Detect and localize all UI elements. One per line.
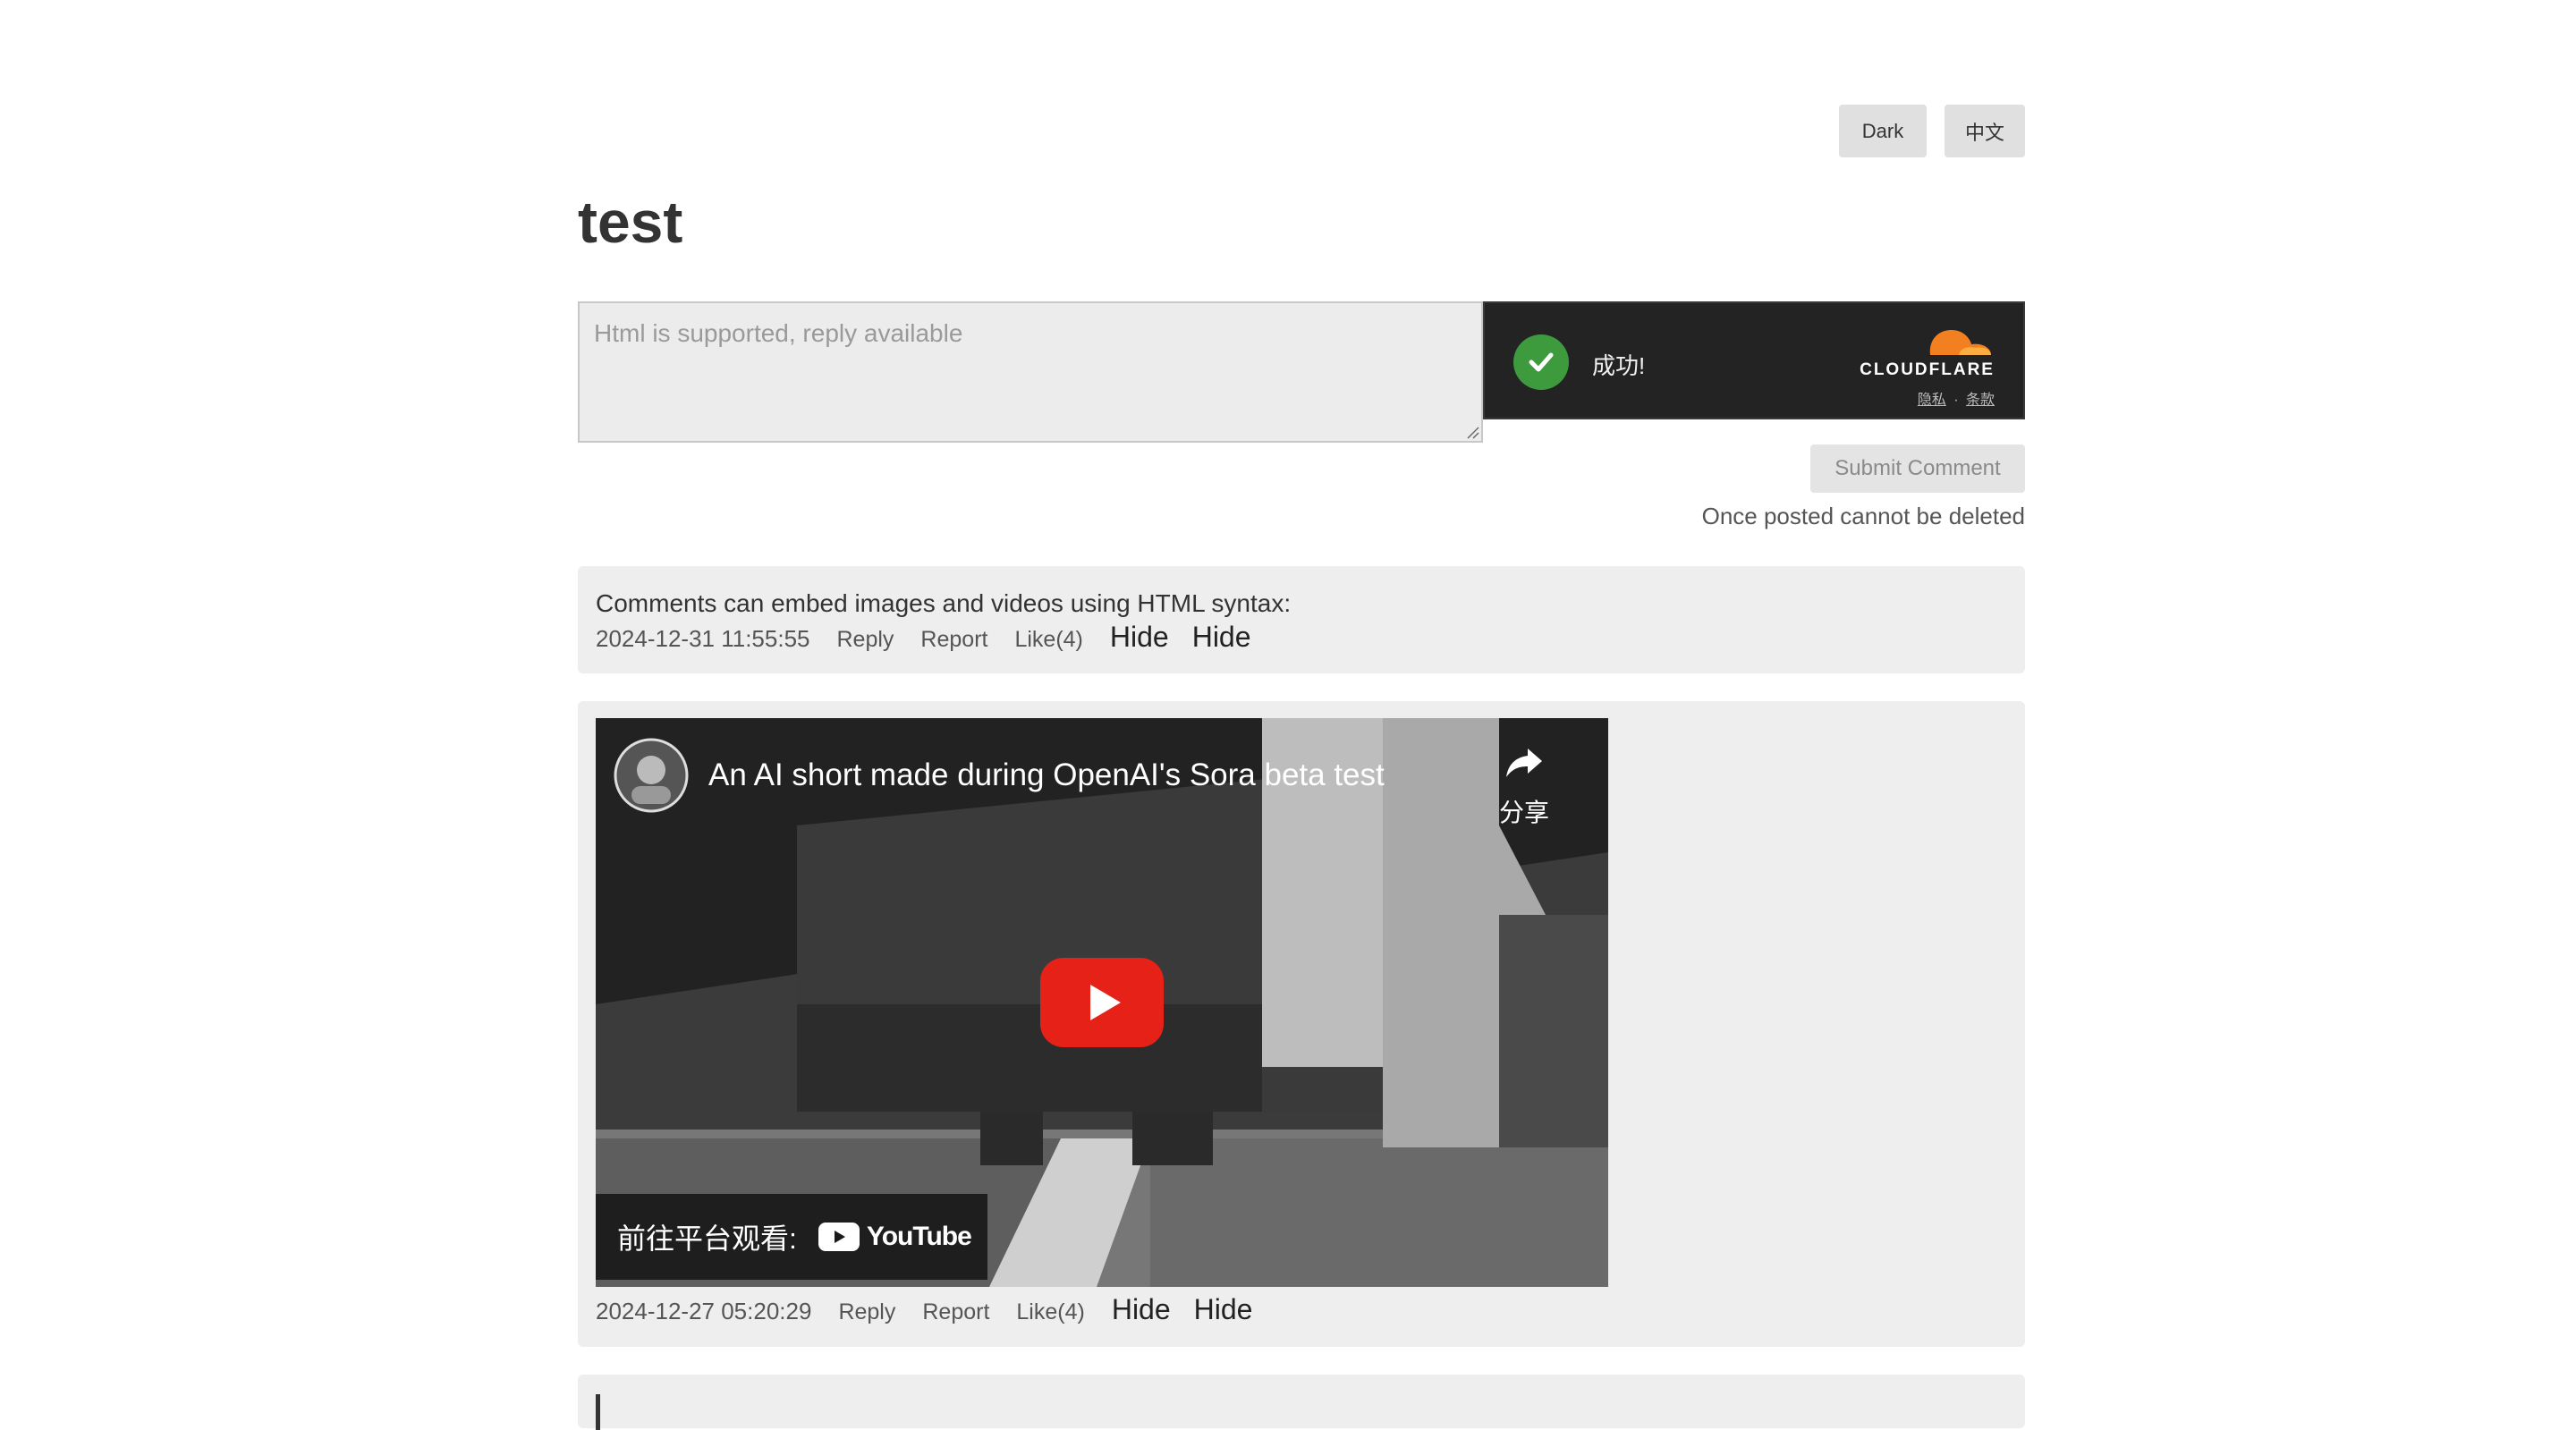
play-icon[interactable]: [1040, 958, 1164, 1047]
channel-avatar[interactable]: [614, 738, 689, 813]
resize-handle-icon[interactable]: [1465, 425, 1479, 439]
youtube-logo: [818, 1223, 860, 1251]
cloudflare-captcha-widget[interactable]: 成功! CLOUDFLARE 隐私 · 条款: [1483, 301, 2025, 419]
like-link[interactable]: Like(4): [1014, 627, 1082, 653]
theme-toggle-button[interactable]: Dark: [1839, 105, 1927, 157]
comment-card: [578, 1375, 2025, 1430]
share-icon[interactable]: [1504, 745, 1544, 781]
youtube-wordmark: YouTube: [866, 1222, 972, 1251]
top-toolbar: Dark 中文: [1839, 105, 2025, 157]
check-icon: [1513, 334, 1569, 390]
comment-text: Comments can embed images and videos usi…: [596, 589, 1292, 617]
reply-link[interactable]: Reply: [838, 1299, 895, 1325]
cloudflare-logo: [1929, 330, 1991, 355]
hide-link[interactable]: Hide: [1112, 1293, 1171, 1326]
hide-link-secondary[interactable]: Hide: [1194, 1293, 1253, 1326]
captcha-links: 隐私 · 条款: [1918, 387, 1995, 409]
hide-link-secondary[interactable]: Hide: [1192, 621, 1251, 654]
watch-on-youtube-bar[interactable]: 前往平台观看: YouTube: [596, 1194, 987, 1280]
comment-timestamp: 2024-12-31 11:55:55: [596, 625, 810, 652]
language-toggle-button[interactable]: 中文: [1945, 105, 2025, 157]
report-link[interactable]: Report: [920, 627, 987, 653]
report-link[interactable]: Report: [922, 1299, 989, 1325]
privacy-link[interactable]: 隐私: [1918, 393, 1946, 408]
comment-composer: 成功! CLOUDFLARE 隐私 · 条款: [578, 301, 2025, 444]
posting-note: Once posted cannot be deleted: [1701, 503, 2025, 529]
share-label[interactable]: 分享: [1499, 793, 1549, 829]
comment-card: Comments can embed images and videos usi…: [578, 566, 2025, 673]
like-link[interactable]: Like(4): [1016, 1299, 1084, 1325]
page-title: test: [578, 189, 683, 255]
video-title[interactable]: An AI short made during OpenAI's Sora be…: [708, 757, 1385, 793]
cloudflare-wordmark: CLOUDFLARE: [1860, 360, 1995, 379]
captcha-status-text: 成功!: [1592, 352, 1646, 379]
hide-link[interactable]: Hide: [1110, 621, 1169, 654]
comment-meta: 2024-12-27 05:20:29 Reply Report Like(4)…: [596, 1293, 1275, 1326]
blockquote-bar: [596, 1394, 600, 1430]
reply-link[interactable]: Reply: [837, 627, 894, 653]
submit-comment-button[interactable]: Submit Comment: [1810, 444, 2025, 493]
embedded-video-player[interactable]: An AI short made during OpenAI's Sora be…: [596, 718, 1608, 1287]
comment-meta: 2024-12-31 11:55:55 Reply Report Like(4)…: [596, 621, 1275, 654]
watch-on-label: 前往平台观看:: [617, 1223, 797, 1255]
comment-card: An AI short made during OpenAI's Sora be…: [578, 701, 2025, 1347]
links-separator: ·: [1953, 393, 1959, 408]
terms-link[interactable]: 条款: [1966, 393, 1995, 408]
comment-timestamp: 2024-12-27 05:20:29: [596, 1298, 812, 1324]
comment-input[interactable]: [578, 301, 1483, 443]
